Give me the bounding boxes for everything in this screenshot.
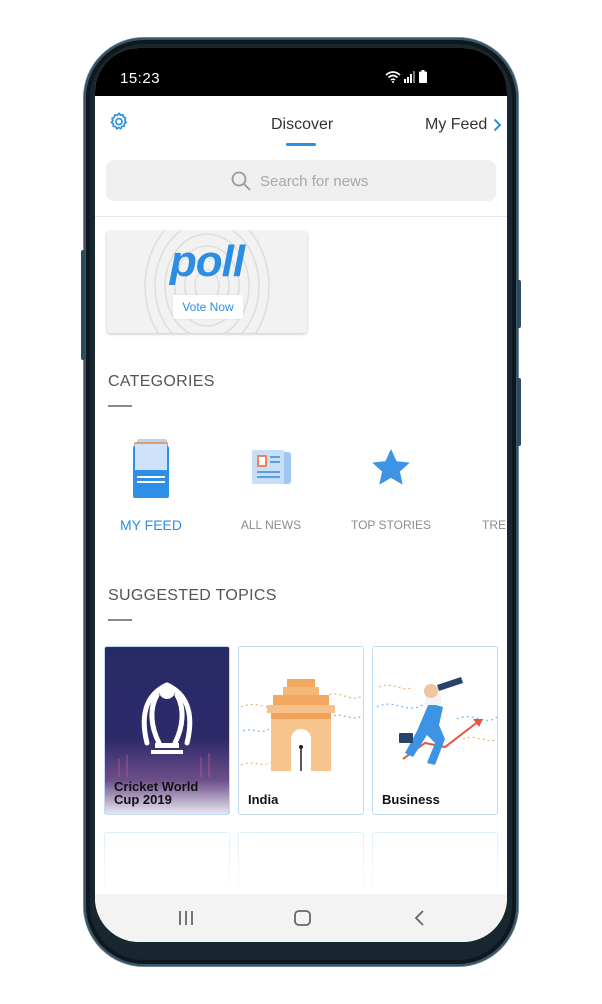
back-icon[interactable] — [405, 906, 435, 930]
category-my-feed-label: MY FEED — [120, 517, 182, 533]
suggested-topics-underline — [108, 619, 132, 621]
category-top-stories-label: TOP STORIES — [350, 518, 432, 532]
tab-my-feed[interactable]: My Feed — [425, 116, 502, 134]
category-my-feed[interactable]: MY FEED — [101, 430, 201, 550]
poll-card[interactable]: poll Vote Now — [107, 231, 307, 333]
topic-business-label: Business — [382, 792, 440, 807]
my-feed-icon — [133, 439, 169, 498]
category-top-stories[interactable]: TOP STORIES — [341, 430, 441, 550]
header-divider — [95, 216, 507, 217]
topic-card-india[interactable]: India — [238, 646, 364, 815]
tab-discover[interactable]: Discover — [271, 116, 333, 134]
india-gate-icon — [240, 679, 363, 771]
app-header: Discover My Feed — [95, 96, 507, 156]
categories-underline — [108, 405, 132, 407]
search-icon — [231, 171, 251, 191]
tab-active-indicator — [286, 143, 316, 146]
star-icon — [372, 449, 410, 485]
search-bar[interactable] — [106, 160, 496, 201]
power-button — [517, 280, 521, 328]
tab-my-feed-label: My Feed — [425, 116, 488, 133]
volume-button — [517, 378, 521, 446]
status-bar: 15:23 — [95, 48, 507, 96]
category-all-news[interactable]: ALL NEWS — [221, 430, 321, 550]
status-icons — [385, 70, 427, 83]
chevron-right-icon — [494, 118, 502, 132]
screen: 15:23 Discover My Feed Search for news p… — [95, 48, 507, 942]
vote-now-button[interactable]: Vote Now — [173, 295, 243, 319]
poll-title: poll — [169, 237, 245, 286]
category-trending[interactable]: TRE — [461, 430, 507, 550]
newspaper-icon — [252, 450, 291, 484]
topic-card-cricket[interactable]: Cricket World Cup 2019 — [104, 646, 230, 815]
battery-icon — [419, 70, 427, 83]
topic-card-business[interactable]: Business — [372, 646, 498, 815]
wifi-icon — [385, 70, 401, 83]
search-input[interactable] — [260, 170, 460, 192]
signal-icon — [404, 70, 415, 83]
category-trending-label: TRE — [482, 518, 506, 532]
scroll-fade — [95, 828, 507, 898]
trending-drop-icon — [489, 446, 507, 490]
category-all-news-label: ALL NEWS — [240, 518, 302, 532]
categories-heading: CATEGORIES — [108, 373, 215, 390]
suggested-topics-heading: SUGGESTED TOPICS — [108, 587, 277, 604]
gear-icon[interactable] — [108, 111, 130, 133]
recents-icon[interactable] — [171, 906, 201, 930]
home-icon[interactable] — [287, 906, 317, 930]
topic-india-label: India — [248, 792, 279, 807]
topic-cricket-label: Cricket World Cup 2019 — [114, 779, 199, 807]
system-nav-bar — [95, 894, 507, 942]
bixby-button — [81, 250, 85, 360]
status-time: 15:23 — [120, 70, 161, 87]
businessman-telescope-icon — [376, 677, 497, 765]
